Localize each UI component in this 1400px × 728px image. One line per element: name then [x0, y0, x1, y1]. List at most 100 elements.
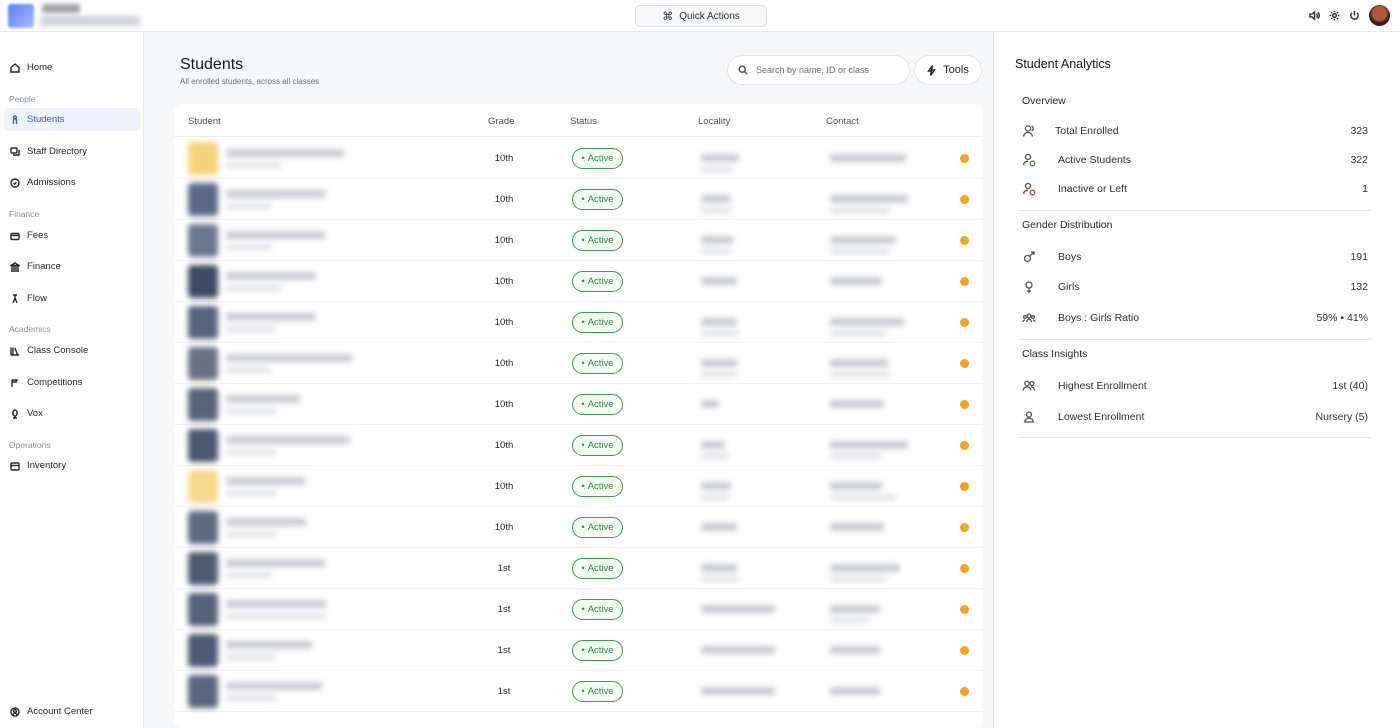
- power-icon[interactable]: [1349, 8, 1360, 26]
- locality-blurred: [701, 236, 733, 244]
- status-label: Active: [587, 235, 614, 246]
- contact-blurred: [830, 646, 880, 654]
- sidebar-item-fees[interactable]: Fees: [4, 224, 140, 247]
- column-header-student[interactable]: Student: [188, 116, 221, 127]
- stat-total-enrolled: Total Enrolled 323: [1022, 120, 1368, 142]
- status-badge: • Active: [572, 681, 623, 702]
- search-input[interactable]: [756, 65, 896, 75]
- sidebar-item-class-console[interactable]: Class Console: [4, 339, 140, 362]
- locality-sub-blurred: [701, 576, 739, 582]
- student-name-blurred: [226, 190, 326, 198]
- analytics-title: Student Analytics: [1015, 57, 1111, 71]
- status-dot[interactable]: [960, 564, 969, 573]
- sidebar-item-staff-directory[interactable]: Staff Directory: [4, 140, 140, 163]
- sidebar-item-flow[interactable]: Flow: [4, 287, 140, 310]
- table-row[interactable]: 10th • Active: [174, 466, 982, 507]
- status-dot[interactable]: [960, 523, 969, 532]
- stat-label: Lowest Enrollment: [1058, 411, 1145, 423]
- student-name-blurred: [226, 354, 352, 362]
- student-name-blurred: [226, 272, 316, 280]
- table-row[interactable]: 1st • Active: [174, 548, 982, 589]
- app-logo[interactable]: [8, 4, 34, 28]
- search-box[interactable]: [727, 55, 910, 85]
- page-subtitle: All enrolled students, across all classe…: [180, 77, 320, 86]
- locality-blurred: [701, 605, 775, 613]
- sidebar-item-inventory[interactable]: Inventory: [4, 454, 140, 477]
- books-icon: [10, 347, 19, 356]
- table-row[interactable]: 10th • Active: [174, 425, 982, 466]
- table-header: Student Grade Status Locality Contact: [174, 104, 982, 137]
- status-dot[interactable]: [960, 687, 969, 696]
- trophy-icon: [11, 378, 19, 387]
- table-row[interactable]: 10th • Active: [174, 179, 982, 220]
- student-name-blurred: [226, 682, 322, 690]
- status-dot-glyph: •: [581, 604, 585, 615]
- column-header-status[interactable]: Status: [570, 116, 597, 127]
- status-dot[interactable]: [960, 441, 969, 450]
- overview-title: Overview: [1022, 95, 1066, 107]
- sidebar-item-home[interactable]: Home: [4, 56, 140, 79]
- student-photo: [188, 470, 218, 503]
- student-name-blurred: [226, 641, 312, 649]
- bank-icon: [10, 261, 20, 272]
- student-photo: [188, 511, 218, 544]
- table-row[interactable]: 10th • Active: [174, 220, 982, 261]
- stat-value: 132: [1350, 281, 1368, 293]
- status-dot-glyph: •: [581, 686, 585, 697]
- status-dot[interactable]: [960, 482, 969, 491]
- table-row[interactable]: 10th • Active: [174, 138, 982, 179]
- student-name-blurred: [226, 477, 306, 485]
- status-dot[interactable]: [960, 400, 969, 409]
- contact-blurred: [830, 154, 906, 162]
- gear-icon[interactable]: [1329, 8, 1340, 26]
- sidebar-item-students[interactable]: Students: [4, 108, 140, 131]
- status-dot[interactable]: [960, 359, 969, 368]
- status-dot[interactable]: [960, 318, 969, 327]
- speaker-icon[interactable]: [1309, 8, 1320, 26]
- student-photo: [188, 593, 218, 626]
- table-row[interactable]: 10th • Active: [174, 507, 982, 548]
- table-row[interactable]: 10th • Active: [174, 384, 982, 425]
- table-row[interactable]: 10th • Active: [174, 261, 982, 302]
- table-row[interactable]: 1st • Active: [174, 630, 982, 671]
- sidebar-item-vox[interactable]: Vox: [4, 402, 140, 425]
- table-row[interactable]: 10th • Active: [174, 302, 982, 343]
- search-icon: [738, 65, 748, 75]
- tools-button[interactable]: Tools: [914, 55, 982, 85]
- locality-sub-blurred: [701, 330, 739, 336]
- table-row[interactable]: 10th • Active: [174, 343, 982, 384]
- student-id-blurred: [226, 613, 326, 619]
- column-header-contact[interactable]: Contact: [826, 116, 859, 127]
- contact-sub-blurred: [830, 494, 896, 500]
- user-avatar[interactable]: [1369, 5, 1390, 26]
- status-dot[interactable]: [960, 236, 969, 245]
- table-row[interactable]: 1st • Active: [174, 671, 982, 712]
- status-dot[interactable]: [960, 154, 969, 163]
- status-dot-glyph: •: [581, 276, 585, 287]
- status-dot[interactable]: [960, 277, 969, 286]
- quick-actions-label: Quick Actions: [679, 10, 740, 22]
- status-dot[interactable]: [960, 646, 969, 655]
- student-photo: [188, 634, 218, 667]
- quick-actions-button[interactable]: ⌘ Quick Actions: [635, 5, 767, 27]
- locality-sub-blurred: [701, 371, 737, 377]
- analytics-panel: Student Analytics Overview Total Enrolle…: [993, 32, 1400, 728]
- column-header-locality[interactable]: Locality: [698, 116, 730, 127]
- contact-blurred: [830, 195, 908, 203]
- status-badge: • Active: [572, 189, 623, 210]
- status-dot-glyph: •: [581, 522, 585, 533]
- column-header-grade[interactable]: Grade: [488, 116, 514, 127]
- grade-cell: 10th: [494, 440, 514, 451]
- status-dot[interactable]: [960, 605, 969, 614]
- status-dot[interactable]: [960, 195, 969, 204]
- locality-blurred: [701, 646, 775, 654]
- table-row[interactable]: 1st • Active: [174, 589, 982, 630]
- main-content: Students All enrolled students, across a…: [144, 32, 993, 728]
- sidebar-item-admissions[interactable]: Admissions: [4, 171, 140, 194]
- stat-value: 1: [1362, 183, 1368, 195]
- sidebar-item-finance[interactable]: Finance: [4, 255, 140, 278]
- sidebar-item-competitions[interactable]: Competitions: [4, 371, 140, 394]
- account-center-button[interactable]: Account Center: [4, 700, 140, 723]
- lightning-icon: [927, 64, 937, 76]
- sidebar-item-label: Home: [27, 62, 53, 73]
